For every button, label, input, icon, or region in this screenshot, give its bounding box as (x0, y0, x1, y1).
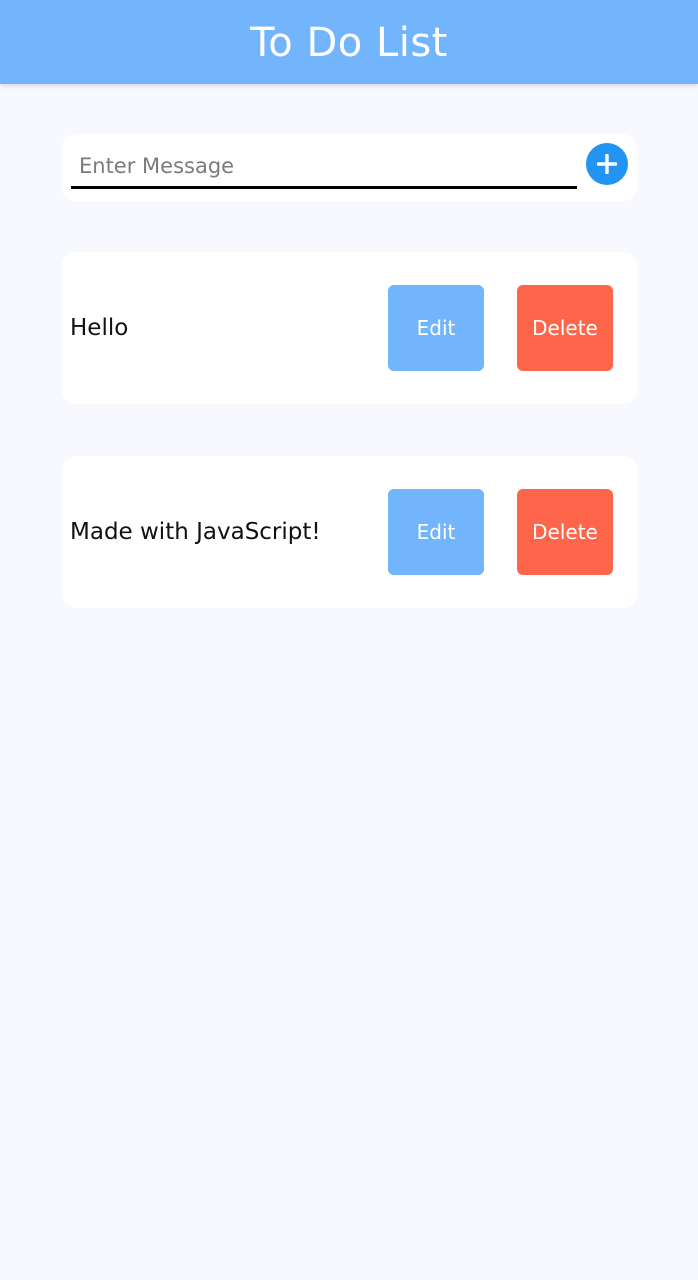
task-item: Hello Edit Delete (62, 252, 637, 404)
app-bar: To Do List (0, 0, 698, 84)
page-title: To Do List (250, 20, 448, 66)
add-task-button[interactable] (586, 143, 628, 185)
message-input[interactable] (71, 145, 577, 189)
new-task-card (62, 134, 637, 201)
task-text: Made with JavaScript! (70, 519, 321, 545)
edit-button[interactable]: Edit (388, 285, 484, 371)
task-text: Hello (70, 315, 129, 341)
delete-button[interactable]: Delete (517, 489, 613, 575)
delete-button[interactable]: Delete (517, 285, 613, 371)
plus-icon (597, 154, 617, 174)
task-item: Made with JavaScript! Edit Delete (62, 456, 637, 608)
edit-button[interactable]: Edit (388, 489, 484, 575)
